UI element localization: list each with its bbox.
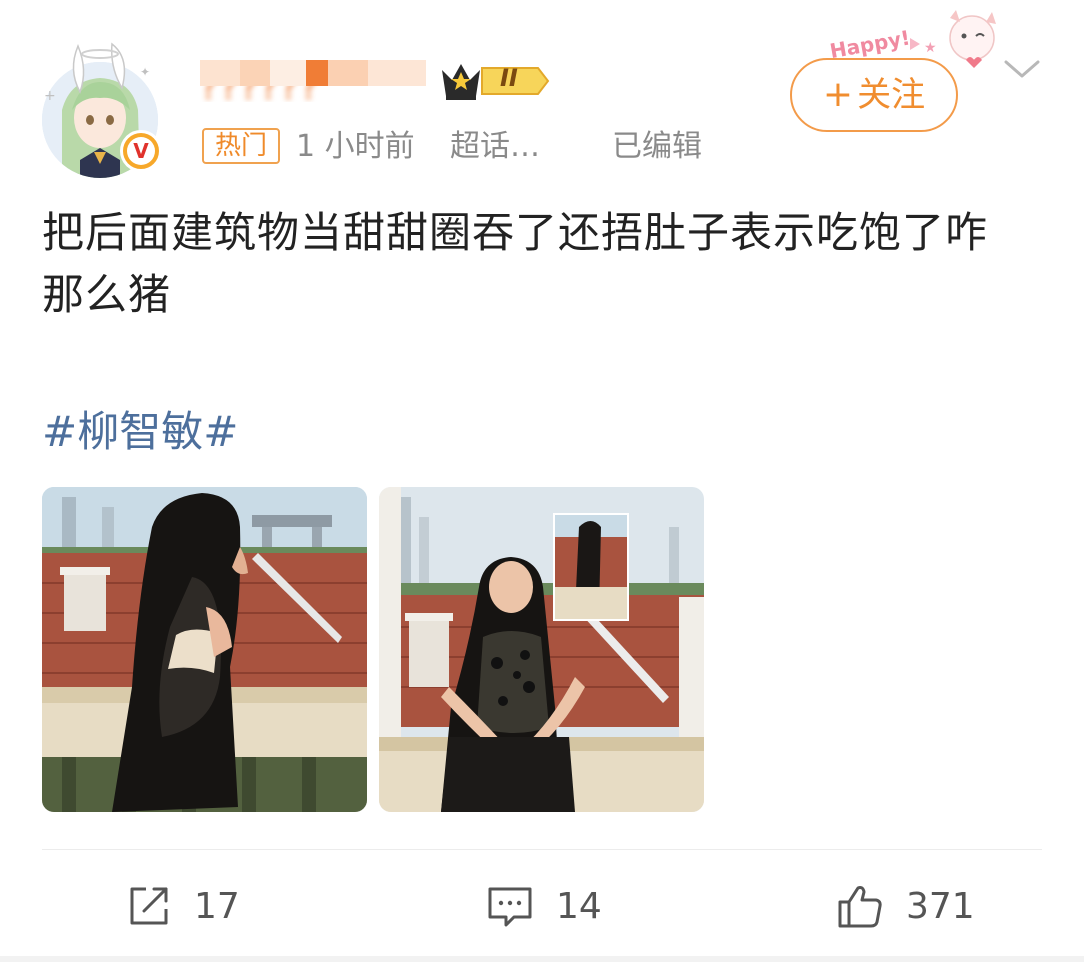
comment-count: 14 — [556, 885, 602, 927]
svg-text:✦: ✦ — [140, 65, 150, 79]
crown-icon — [442, 64, 550, 100]
verified-icon: V — [120, 130, 162, 172]
post-image-2[interactable] — [379, 487, 704, 812]
follow-button[interactable]: + 关注 — [790, 58, 958, 132]
like-button[interactable]: 371 — [836, 878, 975, 934]
comment-button[interactable]: 14 — [486, 878, 602, 934]
bottom-strip — [0, 956, 1084, 962]
repost-icon — [130, 887, 168, 925]
svg-text:+: + — [44, 88, 56, 104]
photo-1-illustration — [42, 487, 367, 812]
edited-label: 已编辑 — [612, 129, 702, 164]
post-text: 把后面建筑物当甜甜圈吞了还捂肚子表示吃饱了咋那么猪 — [42, 208, 989, 319]
follow-label: 关注 — [857, 75, 926, 115]
username[interactable]: ?????? — [200, 60, 426, 102]
hashtag-link[interactable]: #柳智敏# — [42, 404, 238, 460]
photo-2-illustration — [379, 487, 704, 812]
chevron-down-icon[interactable] — [1002, 56, 1042, 84]
post-time: 1 小时前 — [296, 129, 415, 164]
comment-icon — [488, 887, 532, 927]
like-count: 371 — [906, 885, 975, 927]
plus-icon: + — [822, 74, 854, 115]
level-badge-text: II — [500, 64, 518, 92]
repost-button[interactable]: 17 — [126, 878, 240, 934]
divider — [42, 849, 1042, 850]
repost-count: 17 — [194, 885, 240, 927]
svg-text:★: ★ — [924, 40, 937, 56]
post-image-1[interactable] — [42, 487, 367, 812]
like-icon — [838, 886, 882, 928]
post-source[interactable]: 超话… — [450, 128, 540, 166]
hot-tag: 热门 — [202, 128, 280, 164]
